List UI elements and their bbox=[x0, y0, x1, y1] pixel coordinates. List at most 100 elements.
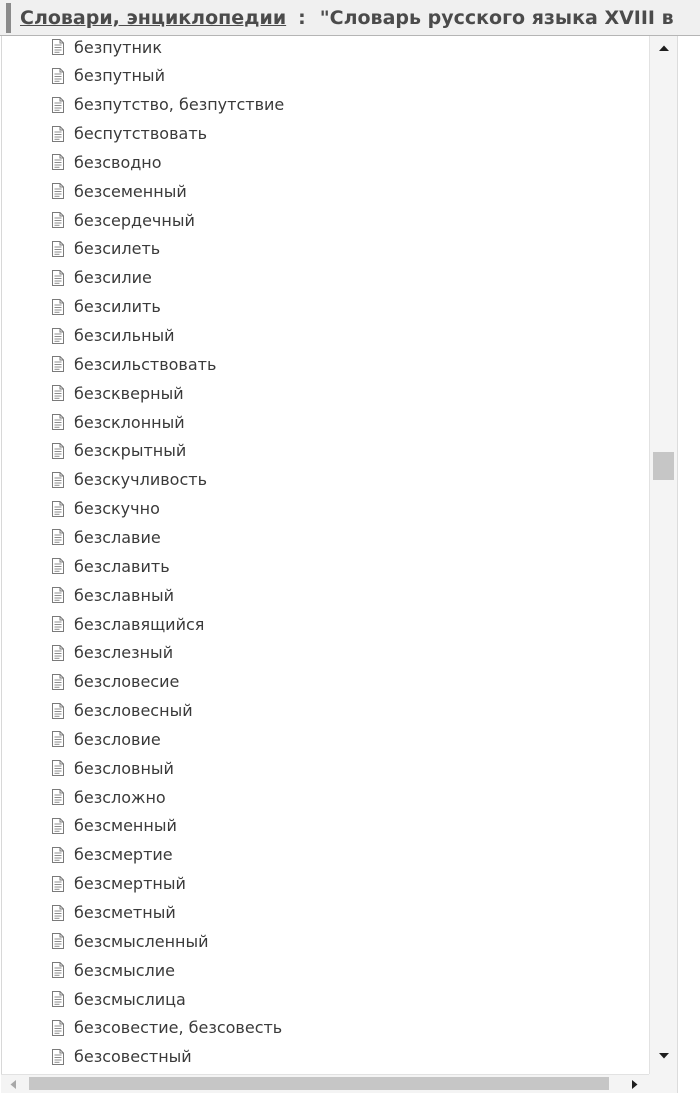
arrow-right-icon[interactable] bbox=[623, 1075, 647, 1093]
tree-item[interactable]: безслезный bbox=[52, 639, 173, 667]
arrow-up-icon[interactable] bbox=[650, 38, 677, 58]
document-icon bbox=[52, 1048, 64, 1065]
document-icon bbox=[52, 240, 64, 257]
document-icon bbox=[52, 702, 64, 719]
document-icon bbox=[52, 500, 64, 517]
horizontal-scroll-thumb[interactable] bbox=[29, 1077, 609, 1090]
tree-item[interactable]: безскрытный bbox=[52, 437, 186, 465]
tree-item[interactable]: безсводно bbox=[52, 148, 162, 176]
vertical-scrollbar[interactable] bbox=[649, 36, 677, 1074]
tree-item[interactable]: безсклонный bbox=[52, 408, 185, 436]
tree-item[interactable]: безсменный bbox=[52, 812, 177, 840]
document-icon bbox=[52, 875, 64, 892]
tree-item[interactable]: безскучно bbox=[52, 495, 160, 523]
tree-item[interactable]: безскверный bbox=[52, 379, 184, 407]
document-icon bbox=[52, 96, 64, 113]
tree-item[interactable]: безсмертие bbox=[52, 841, 173, 869]
tree-item[interactable]: безславящийся bbox=[52, 610, 204, 638]
tree-item[interactable]: безсильный bbox=[52, 322, 175, 350]
tree-item-label: безсловный bbox=[74, 758, 174, 778]
tree-item-label: безсменный bbox=[74, 816, 177, 836]
breadcrumb-edge bbox=[6, 3, 11, 33]
vertical-scroll-thumb[interactable] bbox=[653, 451, 674, 480]
document-icon bbox=[52, 760, 64, 777]
tree-item-label: безсводно bbox=[74, 152, 162, 172]
document-icon bbox=[52, 933, 64, 950]
breadcrumb-separator: : bbox=[298, 7, 306, 29]
document-icon bbox=[52, 298, 64, 315]
scrollbar-corner bbox=[649, 1074, 677, 1093]
tree-item[interactable]: безсмыслица bbox=[52, 985, 186, 1013]
tree-item[interactable]: безсловный bbox=[52, 754, 174, 782]
document-icon bbox=[52, 269, 64, 286]
tree-item-label: безсмысленный bbox=[74, 931, 209, 951]
tree-item-label: безсильный bbox=[74, 326, 175, 345]
document-icon bbox=[52, 212, 64, 229]
document-icon bbox=[52, 991, 64, 1008]
tree-item-label: безсилие bbox=[74, 268, 152, 288]
tree-item[interactable]: беспутствовать bbox=[52, 120, 207, 148]
breadcrumb-link-category[interactable]: Словари, энциклопедии bbox=[20, 7, 286, 29]
tree-item[interactable]: безсмыслие bbox=[52, 956, 175, 984]
tree-item[interactable]: безсильствовать bbox=[52, 350, 216, 378]
document-icon bbox=[52, 39, 64, 55]
tree-item-label: безсовестный bbox=[74, 1047, 192, 1067]
tree-item[interactable]: безсмысленный bbox=[52, 927, 209, 955]
tree-item[interactable]: безсердечный bbox=[52, 206, 195, 234]
tree-item[interactable]: безсилеть bbox=[52, 235, 160, 263]
arrow-left-icon[interactable] bbox=[1, 1075, 25, 1093]
tree-item-label: безскучно bbox=[74, 499, 160, 519]
tree-item-label: безсмертие bbox=[74, 845, 173, 865]
tree-item[interactable]: безсловесный bbox=[52, 697, 193, 725]
breadcrumb: Словари, энциклопедии: "Словарь русского … bbox=[20, 5, 674, 31]
tree-item-label: безсловесие bbox=[74, 672, 180, 692]
arrow-down-icon[interactable] bbox=[650, 1046, 677, 1066]
tree-item-label: безсклонный bbox=[74, 412, 185, 432]
tree-item-label: безсметный bbox=[74, 903, 176, 922]
document-icon bbox=[52, 356, 64, 373]
tree-item[interactable]: безславить bbox=[52, 552, 170, 580]
tree-item[interactable]: безславный bbox=[52, 581, 174, 609]
horizontal-scrollbar[interactable] bbox=[1, 1074, 649, 1093]
tree-item[interactable]: безсловие bbox=[52, 725, 161, 753]
document-icon bbox=[52, 616, 64, 632]
tree-item[interactable]: безсеменный bbox=[52, 177, 187, 205]
tree-item-label: безсилеть bbox=[74, 239, 161, 259]
tree-item-label: безсловие bbox=[74, 729, 161, 749]
tree-item[interactable]: безсложно bbox=[52, 783, 166, 811]
document-icon bbox=[52, 817, 64, 834]
tree-item[interactable]: безсловесие bbox=[52, 668, 179, 696]
tree-item[interactable]: безпутник bbox=[52, 36, 162, 61]
document-icon bbox=[52, 673, 64, 690]
tree-item[interactable]: безсовестный bbox=[52, 1043, 192, 1071]
breadcrumb-document-title: "Словарь русского языка XVIII в bbox=[319, 7, 674, 29]
document-icon bbox=[52, 558, 64, 575]
tree-item[interactable]: безскучливость bbox=[52, 466, 207, 494]
tree-item-label: безскрытный bbox=[74, 441, 187, 461]
document-icon bbox=[52, 327, 64, 344]
tree-item[interactable]: безсилить bbox=[52, 293, 161, 321]
tree-item-label: безсловесный bbox=[74, 701, 193, 721]
tree-item-label: безсмыслица bbox=[74, 989, 186, 1009]
tree-item[interactable]: безсовестие, безсовесть bbox=[52, 1014, 282, 1042]
tree-item[interactable]: безсилие bbox=[52, 264, 152, 292]
document-icon bbox=[52, 414, 64, 431]
document-icon bbox=[52, 904, 64, 921]
tree-item-label: безславный bbox=[74, 585, 174, 605]
tree-item[interactable]: безпутный bbox=[52, 62, 165, 90]
tree-item-label: безскверный bbox=[74, 383, 184, 403]
tree-item[interactable]: безсмертный bbox=[52, 870, 186, 898]
dictionary-tree[interactable]: безпутник безпутный безпутство, безпутстви… bbox=[1, 36, 649, 1074]
tree-item-label: безсилить bbox=[74, 297, 161, 317]
right-panel-edge bbox=[677, 36, 700, 1093]
breadcrumb-bar: Словари, энциклопедии: "Словарь русского … bbox=[0, 0, 700, 36]
document-icon bbox=[52, 183, 64, 200]
tree-item[interactable]: безсметный bbox=[52, 899, 176, 927]
document-icon bbox=[52, 846, 64, 863]
tree-item-label: безсложно bbox=[74, 787, 166, 807]
tree-item[interactable]: безславие bbox=[52, 523, 161, 551]
tree-item-label: безславящийся bbox=[74, 614, 205, 634]
tree-item[interactable]: безпутство, безпутствие bbox=[52, 91, 284, 119]
tree-item-label: безсовестие, безсовесть bbox=[74, 1018, 283, 1038]
tree-item-label: безскучливость bbox=[74, 470, 207, 490]
